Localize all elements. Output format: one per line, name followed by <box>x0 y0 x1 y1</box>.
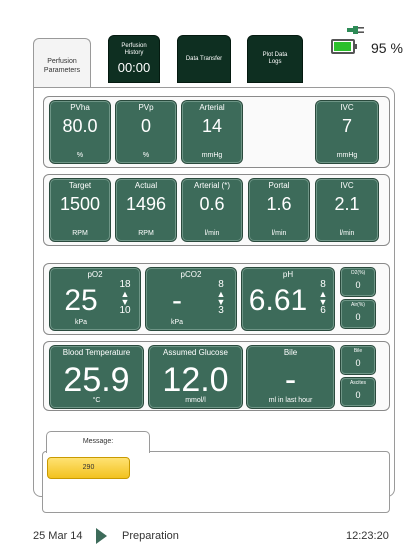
arterial-flow-label: Arterial (*) <box>193 181 230 190</box>
ph-tile[interactable]: pH 6.61 8 ▲ ▼ 6 <box>242 268 334 330</box>
bile-value: - <box>284 361 297 399</box>
pvp-unit: % <box>142 152 150 159</box>
ivc-pressure-label: IVC <box>340 103 354 112</box>
air-percent-label: Air(%) <box>351 302 365 308</box>
po2-low: 10 <box>119 305 131 316</box>
target-rpm-value: 1500 <box>59 194 101 214</box>
o2-percent-box[interactable]: O2(%) 0 <box>341 268 375 296</box>
tab-data-transfer[interactable]: Data Transfer <box>177 35 231 83</box>
bile-label: Bile <box>283 348 298 357</box>
portal-flow-label: Portal <box>268 181 290 190</box>
pvha-value: 80.0 <box>62 116 98 136</box>
target-rpm-label: Target <box>68 181 92 190</box>
plug-icon <box>347 26 364 34</box>
pvp-value: 0 <box>140 116 151 136</box>
assumed-glucose-unit: mmol/l <box>185 397 206 404</box>
ivc-pressure-value: 7 <box>341 116 352 136</box>
up-down-arrows-icon[interactable]: ▲ ▼ <box>214 290 228 307</box>
air-percent-box[interactable]: Air(%) 0 <box>341 300 375 328</box>
arterial-pressure-label: Arterial <box>199 103 225 112</box>
tab-perfusion-parameters[interactable]: Perfusion Parameters <box>33 38 91 88</box>
pvp-label: PVp <box>138 103 154 112</box>
blood-temperature-tile[interactable]: Blood Temperature 25.9 °C <box>50 346 143 408</box>
arterial-pressure-unit: mmHg <box>201 152 223 159</box>
battery-level <box>334 42 352 51</box>
arterial-flow-value: 0.6 <box>199 194 225 214</box>
tab-data-transfer-label: Data Transfer <box>185 55 223 62</box>
status-time: 12:23:20 <box>346 530 389 542</box>
blood-temperature-unit: °C <box>92 397 101 404</box>
ivc-flow-unit: l/min <box>339 230 355 237</box>
assumed-glucose-tile[interactable]: Assumed Glucose 12.0 mmol/l <box>149 346 242 408</box>
portal-flow-tile[interactable]: Portal 1.6 l/min <box>249 179 309 241</box>
tab-perfusion-parameters-label: Perfusion Parameters <box>43 57 81 74</box>
o2-percent-label: O2(%) <box>350 270 366 276</box>
ascites-label: Ascites <box>349 380 367 386</box>
po2-value: 25 <box>64 284 98 317</box>
ivc-flow-value: 2.1 <box>334 194 360 214</box>
pco2-range: 8 ▲ ▼ 3 <box>214 280 228 316</box>
actual-rpm-label: Actual <box>134 181 158 190</box>
ph-low: 6 <box>320 305 326 316</box>
po2-tile[interactable]: pO2 25 18 ▲ ▼ 10 kPa <box>50 268 140 330</box>
o2-percent-value: 0 <box>355 280 361 290</box>
tab-plot-data-logs[interactable]: Plot Data Logs <box>247 35 303 83</box>
tab-plot-data-logs-label: Plot Data Logs <box>262 52 288 65</box>
up-down-arrows-icon[interactable]: ▲ ▼ <box>316 290 330 307</box>
up-down-arrows-icon[interactable]: ▲ ▼ <box>118 290 132 307</box>
arterial-pressure-value: 14 <box>201 116 223 136</box>
ivc-flow-tile[interactable]: IVC 2.1 l/min <box>316 179 378 241</box>
status-date: 25 Mar 14 <box>33 530 83 542</box>
arterial-flow-unit: l/min <box>204 230 220 237</box>
perfusion-history-time: 00:00 <box>117 59 151 75</box>
blood-temperature-label: Blood Temperature <box>62 348 131 357</box>
bile-small-label: Bile <box>353 348 363 354</box>
blood-temperature-value: 25.9 <box>63 361 130 399</box>
portal-flow-value: 1.6 <box>266 194 292 214</box>
pvp-tile[interactable]: PVp 0 % <box>116 101 176 163</box>
actual-rpm-unit: RPM <box>138 230 154 237</box>
ivc-flow-label: IVC <box>340 181 354 190</box>
pco2-low: 3 <box>218 305 224 316</box>
pvha-label: PVha <box>70 103 90 112</box>
ascites-value: 0 <box>355 390 361 400</box>
arterial-flow-tile[interactable]: Arterial (*) 0.6 l/min <box>182 179 242 241</box>
ph-value: 6.61 <box>248 284 308 317</box>
target-rpm-tile[interactable]: Target 1500 RPM <box>50 179 110 241</box>
po2-range: 18 ▲ ▼ 10 <box>118 280 132 316</box>
air-percent-value: 0 <box>355 312 361 322</box>
portal-flow-unit: l/min <box>271 230 287 237</box>
assumed-glucose-label: Assumed Glucose <box>163 348 228 357</box>
battery-percent: 95 % <box>371 40 403 56</box>
arterial-pressure-tile[interactable]: Arterial 14 mmHg <box>182 101 242 163</box>
bile-small-box[interactable]: Bile 0 <box>341 346 375 374</box>
bile-tile[interactable]: Bile - ml in last hour <box>247 346 334 408</box>
ivc-pressure-tile[interactable]: IVC 7 mmHg <box>316 101 378 163</box>
bile-small-value: 0 <box>355 358 361 368</box>
actual-rpm-value: 1496 <box>125 194 167 214</box>
pco2-value: - <box>172 284 182 317</box>
assumed-glucose-value: 12.0 <box>162 361 229 399</box>
target-rpm-unit: RPM <box>72 230 88 237</box>
pvha-tile[interactable]: PVha 80.0 % <box>50 101 110 163</box>
pvha-unit: % <box>76 152 84 159</box>
pco2-unit: kPa <box>170 319 184 326</box>
actual-rpm-tile[interactable]: Actual 1496 RPM <box>116 179 176 241</box>
bile-unit: ml in last hour <box>268 397 313 404</box>
tab-perfusion-history-label: Perfusion History <box>121 42 147 56</box>
ascites-box[interactable]: Ascites 0 <box>341 378 375 406</box>
battery-icon <box>331 39 357 54</box>
play-icon[interactable] <box>96 528 107 544</box>
pco2-tile[interactable]: pCO2 - 8 ▲ ▼ 3 kPa <box>146 268 236 330</box>
po2-unit: kPa <box>74 319 88 326</box>
status-state: Preparation <box>122 530 179 542</box>
tab-perfusion-history[interactable]: Perfusion History 00:00 <box>108 35 160 83</box>
alarm-button[interactable]: 290 <box>47 457 130 479</box>
ph-range: 8 ▲ ▼ 6 <box>316 280 330 316</box>
message-tab[interactable]: Message: <box>46 431 150 453</box>
ivc-pressure-unit: mmHg <box>336 152 358 159</box>
